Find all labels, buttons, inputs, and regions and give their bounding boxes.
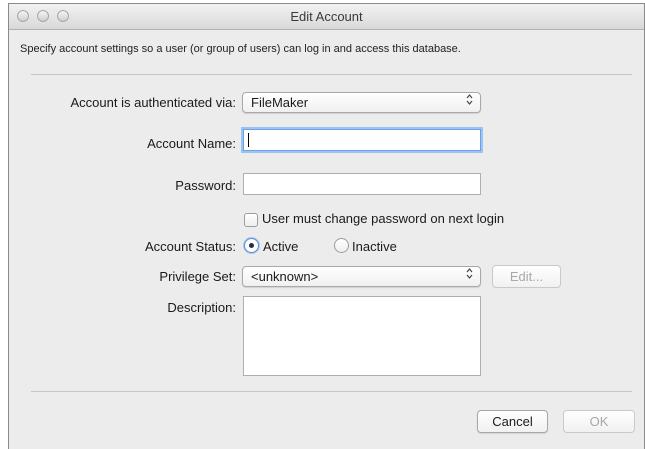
bottom-divider <box>31 391 632 392</box>
auth-method-popup[interactable]: FileMaker <box>242 92 481 113</box>
account-name-label: Account Name: <box>147 136 236 151</box>
status-active-label: Active <box>263 239 299 254</box>
ok-button[interactable]: OK <box>563 410 635 433</box>
popup-arrows-icon <box>466 267 473 286</box>
account-name-field[interactable] <box>243 129 481 151</box>
status-active-radio[interactable] <box>244 238 259 253</box>
radio-selected-dot-icon <box>249 243 254 248</box>
description-field[interactable] <box>243 296 481 376</box>
auth-label: Account is authenticated via: <box>70 95 237 110</box>
status-inactive-radio[interactable] <box>334 238 349 253</box>
popup-arrows-icon <box>466 93 473 112</box>
edit-privilege-button[interactable]: Edit... <box>492 265 561 288</box>
edit-account-dialog: Edit Account Specify account settings so… <box>8 3 645 449</box>
account-status-label: Account Status: <box>144 239 236 254</box>
must-change-password-label: User must change password on next login <box>262 211 505 226</box>
must-change-password-checkbox[interactable] <box>244 213 258 227</box>
password-field[interactable] <box>243 173 481 195</box>
privilege-set-value: <unknown> <box>251 269 319 284</box>
status-inactive-label: Inactive <box>352 239 397 254</box>
password-label: Password: <box>175 178 236 193</box>
privilege-set-popup[interactable]: <unknown> <box>242 266 481 287</box>
text-caret <box>248 133 249 147</box>
instructions-text: Specify account settings so a user (or g… <box>20 43 461 55</box>
auth-method-value: FileMaker <box>251 95 309 110</box>
cancel-button[interactable]: Cancel <box>477 410 548 433</box>
title-bar: Edit Account <box>9 4 644 30</box>
top-divider <box>31 74 632 75</box>
description-label: Description: <box>167 300 236 315</box>
privilege-set-label: Privilege Set: <box>159 269 236 284</box>
window-title: Edit Account <box>290 9 363 24</box>
